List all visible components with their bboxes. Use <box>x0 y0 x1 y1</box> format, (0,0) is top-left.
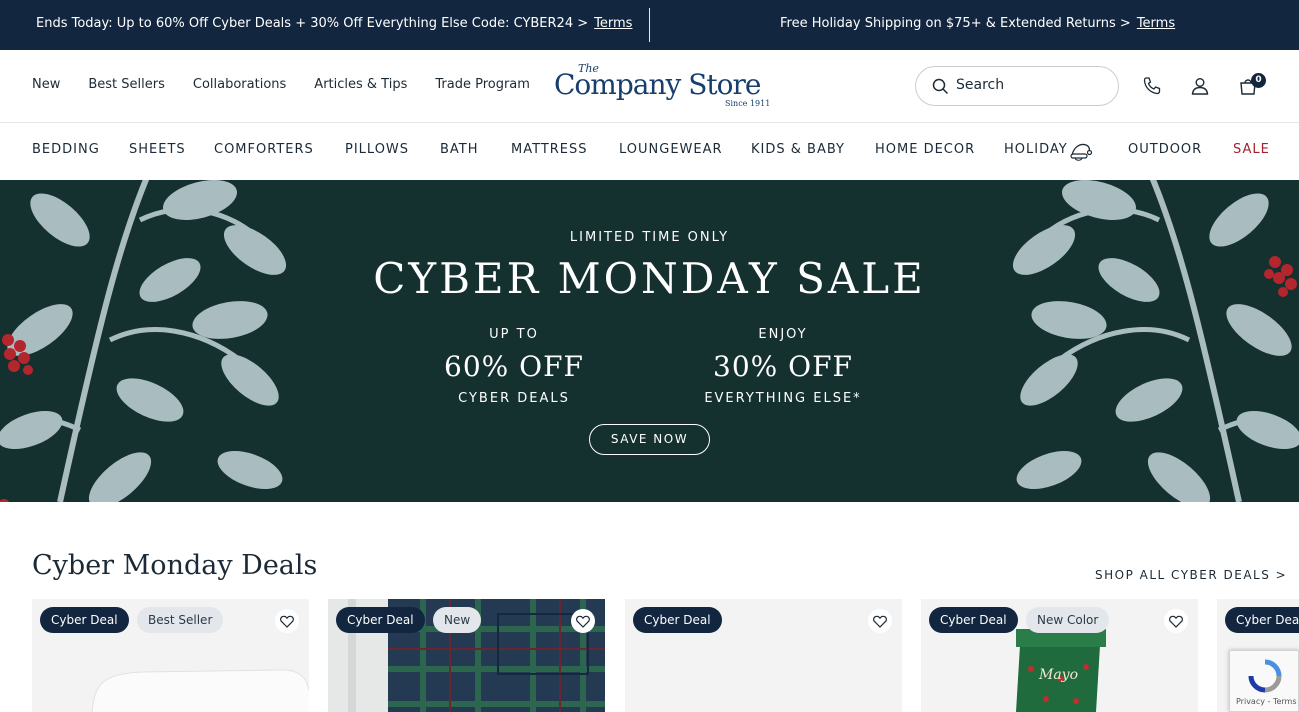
hero-title: CYBER MONDAY SALE <box>373 254 926 303</box>
svg-text:Mayo: Mayo <box>1038 667 1078 683</box>
search-icon <box>932 78 949 95</box>
offer1-big: 60% OFF <box>444 350 584 383</box>
badge-new: New <box>433 607 482 633</box>
leaf-pattern-right <box>1012 180 1299 502</box>
promo-left-terms-link[interactable]: Terms <box>594 16 632 31</box>
cat-holiday[interactable]: HOLIDAY <box>1004 142 1068 157</box>
util-nav-best-sellers[interactable]: Best Sellers <box>88 77 165 92</box>
offer1-top: UP TO <box>489 327 539 342</box>
wishlist-heart-button[interactable] <box>1164 609 1188 633</box>
offer2-top: ENJOY <box>758 327 808 342</box>
wishlist-heart-button[interactable] <box>571 609 595 633</box>
offer-everything-else: ENJOY 30% OFF EVERYTHING ELSE* <box>673 327 893 406</box>
recaptcha-text[interactable]: Privacy - Terms <box>1236 697 1297 706</box>
util-nav-trade-program[interactable]: Trade Program <box>435 77 530 92</box>
heart-icon <box>280 615 294 628</box>
promo-right-terms-link[interactable]: Terms <box>1137 16 1175 31</box>
shop-all-cyber-deals-link[interactable]: SHOP ALL CYBER DEALS > <box>1095 568 1287 582</box>
promo-right[interactable]: Free Holiday Shipping on $75+ & Extended… <box>780 16 1175 31</box>
util-nav-articles-tips[interactable]: Articles & Tips <box>314 77 407 92</box>
logo-name: Company Store <box>554 68 761 101</box>
promo-bar: Ends Today: Up to 60% Off Cyber Deals + … <box>0 0 1299 50</box>
cat-home-decor[interactable]: HOME DECOR <box>875 142 975 157</box>
heart-icon <box>576 615 590 628</box>
leaf-pattern-left <box>0 180 287 502</box>
heart-icon <box>873 615 887 628</box>
badge-cyber-deal: Cyber Deal <box>929 607 1018 633</box>
search-input[interactable] <box>956 77 1106 93</box>
cat-bedding[interactable]: BEDDING <box>32 142 100 157</box>
cat-outdoor[interactable]: OUTDOOR <box>1128 142 1202 157</box>
phone-icon[interactable] <box>1142 76 1162 96</box>
util-nav-collaborations[interactable]: Collaborations <box>193 77 286 92</box>
cat-mattress[interactable]: MATTRESS <box>511 142 588 157</box>
category-nav: BEDDING SHEETS COMFORTERS PILLOWS BATH M… <box>0 123 1299 180</box>
cat-kids-baby[interactable]: KIDS & BABY <box>751 142 845 157</box>
offer-cyber-deals: UP TO 60% OFF CYBER DEALS <box>404 327 624 406</box>
heart-icon <box>1169 615 1183 628</box>
recaptcha-badge[interactable]: Privacy - Terms <box>1229 650 1299 712</box>
offer2-big: 30% OFF <box>713 350 853 383</box>
utility-nav: New Best Sellers Collaborations Articles… <box>32 77 530 92</box>
badge-cyber-deal: Cyber Deal <box>633 607 722 633</box>
promo-left[interactable]: Ends Today: Up to 60% Off Cyber Deals + … <box>36 16 632 31</box>
search-box[interactable] <box>915 66 1119 106</box>
save-now-button[interactable]: SAVE NOW <box>589 424 710 455</box>
util-nav-new[interactable]: New <box>32 77 60 92</box>
cat-sheets[interactable]: SHEETS <box>129 142 186 157</box>
promo-right-text[interactable]: Free Holiday Shipping on $75+ & Extended… <box>780 16 1131 31</box>
site-logo[interactable]: The Company Store Since 1911 <box>554 62 774 112</box>
account-icon[interactable] <box>1190 76 1210 96</box>
hero-kicker: LIMITED TIME ONLY <box>569 230 730 245</box>
stocking-image: Mayo <box>1016 629 1106 712</box>
badge-best-seller: Best Seller <box>137 607 224 633</box>
cat-bath[interactable]: BATH <box>440 142 479 157</box>
product-card[interactable]: Cyber Deal <box>625 599 902 712</box>
badge-new-color: New Color <box>1026 607 1110 633</box>
site-header: New Best Sellers Collaborations Articles… <box>0 50 1299 123</box>
pillow-image <box>91 669 309 712</box>
promo-left-text[interactable]: Ends Today: Up to 60% Off Cyber Deals + … <box>36 16 588 31</box>
hero-banner[interactable]: LIMITED TIME ONLY CYBER MONDAY SALE UP T… <box>0 180 1299 502</box>
santa-hat-icon <box>1070 143 1093 161</box>
product-card[interactable]: Cyber Deal New <box>328 599 605 712</box>
badge-cyber-deal: Cyber Deal <box>336 607 425 633</box>
deals-section-title: Cyber Monday Deals <box>32 550 318 581</box>
cat-loungewear[interactable]: LOUNGEWEAR <box>619 142 723 157</box>
product-card[interactable]: Cyber Deal Best Seller <box>32 599 309 712</box>
promo-divider <box>649 8 650 42</box>
cart-count-badge: 0 <box>1251 73 1266 88</box>
cat-sale[interactable]: SALE <box>1233 142 1270 157</box>
offer1-bottom: CYBER DEALS <box>458 391 570 406</box>
recaptcha-icon <box>1248 659 1282 693</box>
wishlist-heart-button[interactable] <box>868 609 892 633</box>
badge-cyber-deal: Cyber Deal <box>40 607 129 633</box>
cat-pillows[interactable]: PILLOWS <box>345 142 409 157</box>
cat-comforters[interactable]: COMFORTERS <box>214 142 314 157</box>
logo-since: Since 1911 <box>725 99 771 108</box>
product-card[interactable]: Mayo Cyber Deal New Color <box>921 599 1198 712</box>
wishlist-heart-button[interactable] <box>275 609 299 633</box>
badge-cyber-deal: Cyber Deal <box>1225 607 1299 633</box>
offer2-bottom: EVERYTHING ELSE* <box>704 391 862 406</box>
